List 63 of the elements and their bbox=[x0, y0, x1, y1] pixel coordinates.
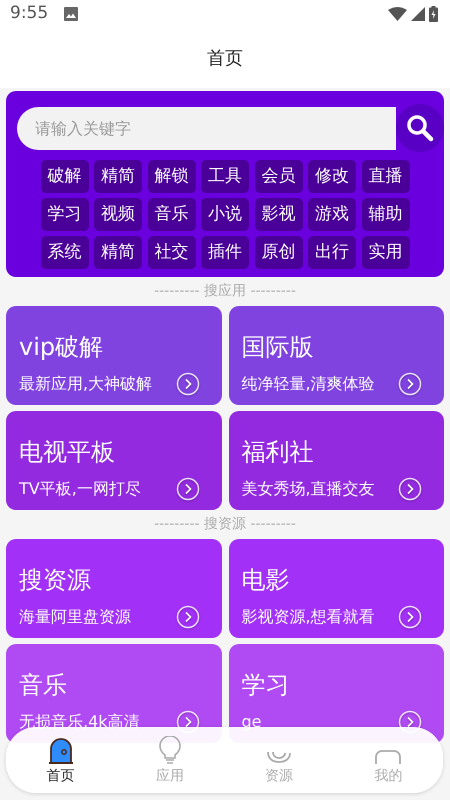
tag-button[interactable]: 修改 bbox=[308, 160, 356, 193]
category-card[interactable]: 国际版 纯净轻量,清爽体验 bbox=[228, 306, 444, 405]
battery-icon bbox=[429, 6, 438, 22]
category-card[interactable]: 搜资源 海量阿里盘资源 bbox=[6, 539, 222, 638]
category-card[interactable]: 福利社 美女秀场,直播交友 bbox=[228, 411, 444, 510]
card-subtitle: TV平板,一网打尽 bbox=[19, 478, 141, 500]
status-time: 9:55 bbox=[10, 2, 48, 26]
wifi-icon bbox=[388, 7, 407, 21]
card-title: 电视平板 bbox=[19, 436, 116, 468]
signal-icon bbox=[411, 7, 425, 21]
card-subtitle: 美女秀场,直播交友 bbox=[242, 478, 375, 500]
card-subtitle: 影视资源,想看就看 bbox=[242, 606, 375, 628]
tag-button[interactable]: 插件 bbox=[201, 236, 249, 269]
page-title: 首页 bbox=[207, 46, 243, 70]
card-title: 电影 bbox=[242, 564, 290, 596]
section-heading: --------- 搜资源 --------- bbox=[154, 515, 296, 534]
tag-button[interactable]: 小说 bbox=[201, 198, 249, 231]
search-icon bbox=[406, 114, 434, 142]
chevron-circle-icon bbox=[176, 476, 200, 500]
card-subtitle: ge bbox=[242, 710, 262, 732]
tag-button[interactable]: 工具 bbox=[201, 160, 249, 193]
chevron-circle-icon bbox=[176, 604, 200, 628]
tag-button[interactable]: 精简 bbox=[94, 236, 142, 269]
card-title: 搜资源 bbox=[19, 564, 92, 596]
tag-button[interactable]: 出行 bbox=[308, 236, 356, 269]
chevron-circle-icon bbox=[398, 476, 422, 500]
lightbulb-icon bbox=[158, 736, 182, 764]
search-button[interactable] bbox=[396, 104, 444, 152]
card-title: 福利社 bbox=[242, 436, 314, 468]
search-field[interactable]: 请输入关键字 bbox=[17, 107, 396, 150]
home-icon bbox=[46, 736, 75, 764]
card-subtitle: 纯净轻量,清爽体验 bbox=[242, 372, 375, 394]
tag-button[interactable]: 视频 bbox=[94, 198, 142, 231]
tag-button[interactable]: 辅助 bbox=[362, 198, 410, 231]
tag-button[interactable]: 影视 bbox=[254, 198, 302, 231]
card-subtitle: 无损音乐,4k高清 bbox=[19, 710, 140, 732]
tag-button[interactable]: 直播 bbox=[362, 160, 410, 193]
category-card[interactable]: 电视平板 TV平板,一网打尽 bbox=[6, 411, 222, 510]
swirl-icon bbox=[266, 750, 292, 764]
tag-button[interactable]: 精简 bbox=[94, 160, 142, 193]
tag-button[interactable]: 解锁 bbox=[148, 160, 196, 193]
category-card[interactable]: 电影 影视资源,想看就看 bbox=[228, 539, 444, 638]
card-title: vip破解 bbox=[19, 332, 104, 362]
tag-button[interactable]: 社交 bbox=[148, 236, 196, 269]
card-subtitle: 最新应用,大神破解 bbox=[19, 372, 152, 394]
card-title: 国际版 bbox=[242, 332, 314, 362]
chevron-circle-icon bbox=[398, 604, 422, 628]
section-heading: --------- 搜应用 --------- bbox=[154, 282, 296, 301]
chevron-circle-icon bbox=[398, 372, 422, 396]
image-icon bbox=[64, 7, 78, 21]
card-title: 音乐 bbox=[19, 670, 68, 700]
card-title: 学习 bbox=[242, 670, 290, 700]
tag-button[interactable]: 系统 bbox=[40, 236, 88, 269]
category-card[interactable]: vip破解 最新应用,大神破解 bbox=[6, 306, 222, 405]
tag-button[interactable]: 破解 bbox=[40, 160, 88, 193]
tag-button[interactable]: 会员 bbox=[254, 160, 302, 193]
tag-button[interactable]: 音乐 bbox=[148, 198, 196, 231]
tag-button[interactable]: 原创 bbox=[254, 236, 302, 269]
tag-button[interactable]: 游戏 bbox=[308, 198, 356, 231]
chevron-circle-icon bbox=[176, 372, 200, 396]
tag-button[interactable]: 实用 bbox=[362, 236, 410, 269]
tag-button[interactable]: 学习 bbox=[40, 198, 88, 231]
card-subtitle: 海量阿里盘资源 bbox=[19, 606, 131, 628]
